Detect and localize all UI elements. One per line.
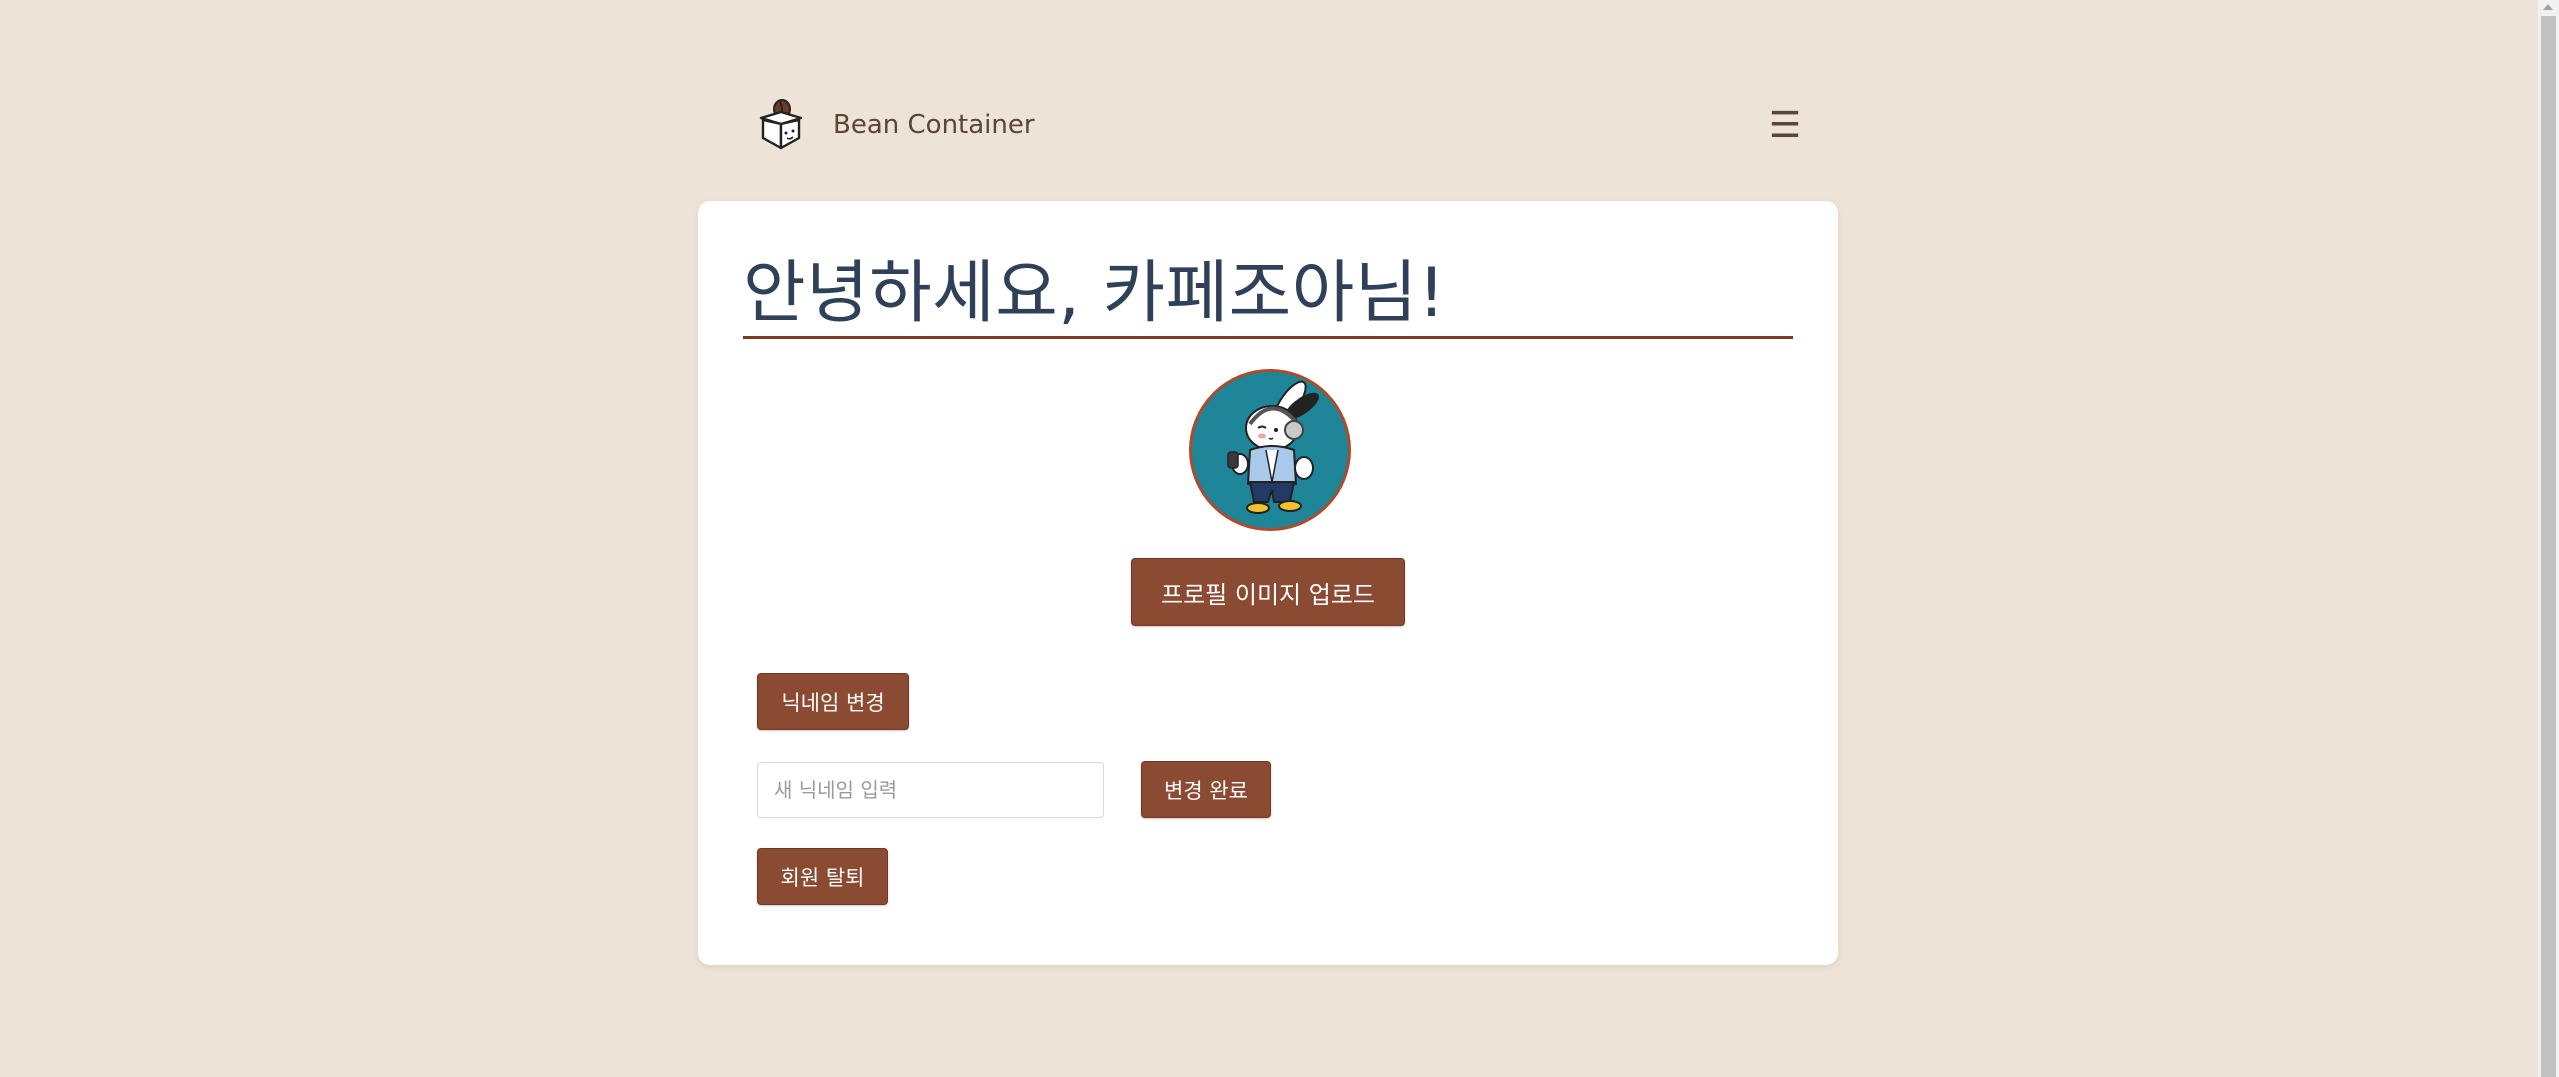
upload-profile-image-button[interactable]: 프로필 이미지 업로드 (1131, 558, 1405, 626)
rabbit-character-avatar-icon (1189, 369, 1351, 531)
profile-card: 안녕하세요, 카페조아님! 프로필 이미지 업로드 닉네임 변경 새 닉네임 입… (698, 201, 1838, 965)
withdraw-membership-button[interactable]: 회원 탈퇴 (757, 848, 888, 905)
hamburger-menu-icon[interactable]: ☰ (1767, 108, 1803, 144)
confirm-nickname-change-button[interactable]: 변경 완료 (1141, 761, 1271, 818)
title-divider (743, 336, 1793, 339)
vertical-scrollbar[interactable] (2538, 0, 2559, 1077)
scrollbar-thumb[interactable] (2541, 16, 2556, 1077)
brand-name[interactable]: Bean Container (833, 110, 1035, 140)
scroll-up-arrow-icon[interactable] (2543, 4, 2553, 10)
greeting-title: 안녕하세요, 카페조아님! (743, 254, 1446, 333)
new-nickname-input[interactable] (757, 762, 1104, 818)
change-nickname-button[interactable]: 닉네임 변경 (757, 673, 909, 730)
page: Bean Container ☰ 안녕하세요, 카페조아님! 프로필 이미지 업… (0, 0, 2559, 1077)
coffee-bean-box-logo-icon[interactable] (753, 96, 809, 152)
header: Bean Container ☰ (753, 96, 1803, 156)
